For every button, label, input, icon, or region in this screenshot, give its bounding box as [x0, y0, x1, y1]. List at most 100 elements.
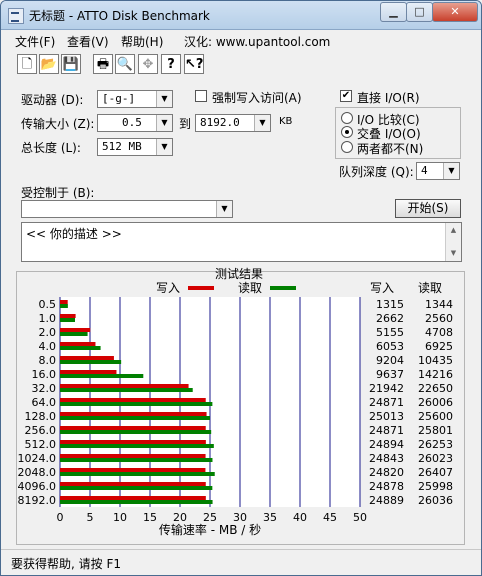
- read-bar: [60, 360, 122, 364]
- write-value: 5155: [376, 326, 404, 339]
- write-value: 24889: [369, 494, 404, 507]
- read-value: 1344: [425, 298, 453, 311]
- scroll-down-icon[interactable]: ▼: [446, 246, 461, 261]
- move-icon[interactable]: ✥: [138, 54, 158, 74]
- app-icon: [8, 8, 24, 24]
- minimize-icon: ▁: [389, 5, 398, 18]
- y-tick-label: 8192.0: [18, 494, 57, 507]
- y-tick-label: 8.0: [39, 354, 57, 367]
- write-bar: [60, 496, 206, 500]
- menu-file[interactable]: 文件(F): [15, 33, 55, 50]
- transfer-to-select[interactable]: 8192.0 ▼: [195, 114, 271, 132]
- x-tick-label: 10: [113, 511, 127, 524]
- write-bar: [60, 468, 206, 472]
- read-bar: [60, 500, 213, 504]
- write-value: 25013: [369, 410, 404, 423]
- write-bar: [60, 314, 76, 318]
- context-help-icon[interactable]: ↖?: [184, 54, 204, 74]
- read-bar: [60, 304, 68, 308]
- description-text: << 你的描述 >>: [26, 227, 122, 241]
- maximize-button[interactable]: □: [406, 2, 433, 22]
- x-tick-label: 5: [87, 511, 94, 524]
- write-bar: [60, 328, 91, 332]
- transfer-from-select[interactable]: 0.5 ▼: [97, 114, 173, 132]
- x-axis-label: 传输速率 - MB / 秒: [159, 522, 261, 537]
- write-value: 9637: [376, 368, 404, 381]
- write-bar: [60, 342, 96, 346]
- write-value: 2662: [376, 312, 404, 325]
- new-document-icon[interactable]: 🗋: [17, 54, 37, 74]
- read-value: 10435: [418, 354, 453, 367]
- read-bar: [60, 402, 213, 406]
- y-tick-labels: 0.51.02.04.08.016.032.064.0128.0256.0512…: [18, 298, 57, 507]
- chevron-down-icon: ▼: [156, 139, 172, 155]
- neither-label: 两者都不(N): [357, 142, 424, 156]
- write-value: 24843: [369, 452, 404, 465]
- read-bar: [60, 444, 214, 448]
- x-tick-label: 40: [293, 511, 307, 524]
- neither-radio[interactable]: [341, 141, 353, 153]
- scroll-up-icon[interactable]: ▲: [446, 223, 461, 238]
- legend-write-swatch: [188, 286, 214, 290]
- menu-help[interactable]: 帮助(H): [121, 33, 163, 50]
- queue-depth-select[interactable]: 4 ▼: [416, 162, 460, 180]
- write-bar: [60, 440, 206, 444]
- chevron-down-icon: ▼: [443, 163, 459, 179]
- y-tick-label: 32.0: [32, 382, 57, 395]
- help-icon[interactable]: ?: [161, 54, 181, 74]
- write-value: 24871: [369, 424, 404, 437]
- write-bar: [60, 356, 114, 360]
- save-disk-icon[interactable]: 💾: [61, 54, 81, 74]
- y-tick-label: 4096.0: [18, 480, 57, 493]
- legend-write-label: 写入: [156, 281, 180, 295]
- write-value: 24871: [369, 396, 404, 409]
- write-bar: [60, 370, 117, 374]
- description-scrollbar[interactable]: ▲ ▼: [445, 223, 461, 261]
- read-bar: [60, 430, 212, 434]
- minimize-button[interactable]: ▁: [380, 2, 407, 22]
- legend-read-swatch: [270, 286, 296, 290]
- read-bar: [60, 458, 213, 462]
- x-tick-label: 50: [353, 511, 367, 524]
- read-bar: [60, 472, 215, 476]
- menu-bar: 文件(F) 查看(V) 帮助(H) 汉化: www.upantool.com: [1, 30, 481, 50]
- overlapped-io-radio[interactable]: [341, 126, 353, 138]
- total-length-select[interactable]: 512 MB ▼: [97, 138, 173, 156]
- menu-localized[interactable]: 汉化: www.upantool.com: [184, 33, 330, 50]
- read-value: 25801: [418, 424, 453, 437]
- write-value: 24878: [369, 480, 404, 493]
- open-folder-icon[interactable]: 📂: [39, 54, 59, 74]
- to-label: 到: [179, 117, 192, 131]
- start-button[interactable]: 开始(S): [395, 199, 461, 218]
- direct-io-checkbox[interactable]: ✔: [340, 90, 352, 102]
- write-bar: [60, 482, 206, 486]
- write-value: 24820: [369, 466, 404, 479]
- write-bar: [60, 426, 206, 430]
- read-value: 22650: [418, 382, 453, 395]
- description-textarea[interactable]: << 你的描述 >> ▲ ▼: [21, 222, 462, 262]
- menu-view[interactable]: 查看(V): [67, 33, 109, 50]
- print-preview-icon[interactable]: 🔍: [115, 54, 135, 74]
- read-bar: [60, 318, 75, 322]
- read-value: 26407: [418, 466, 453, 479]
- chevron-down-icon: ▼: [156, 115, 172, 131]
- close-button[interactable]: ✕: [432, 2, 478, 22]
- maximize-icon: □: [414, 5, 425, 18]
- io-compare-radio[interactable]: [341, 112, 353, 124]
- print-icon[interactable]: 🖶: [93, 54, 113, 74]
- write-value: 21942: [369, 382, 404, 395]
- chart-title: 测试结果: [215, 266, 263, 281]
- drive-select[interactable]: [-g-] ▼: [97, 90, 173, 108]
- read-bar: [60, 416, 210, 420]
- force-write-checkbox[interactable]: [195, 90, 207, 102]
- write-value: 1315: [376, 298, 404, 311]
- read-value: 26006: [418, 396, 453, 409]
- direct-io-label: 直接 I/O(R): [357, 91, 420, 105]
- read-bar: [60, 374, 144, 378]
- controlled-by-select[interactable]: ▼: [21, 200, 233, 218]
- read-value: 2560: [425, 312, 453, 325]
- check-mark-icon: ✔: [341, 90, 351, 101]
- chevron-down-icon: ▼: [216, 201, 232, 217]
- read-bar: [60, 486, 213, 490]
- total-length-label: 总长度 (L):: [21, 141, 81, 155]
